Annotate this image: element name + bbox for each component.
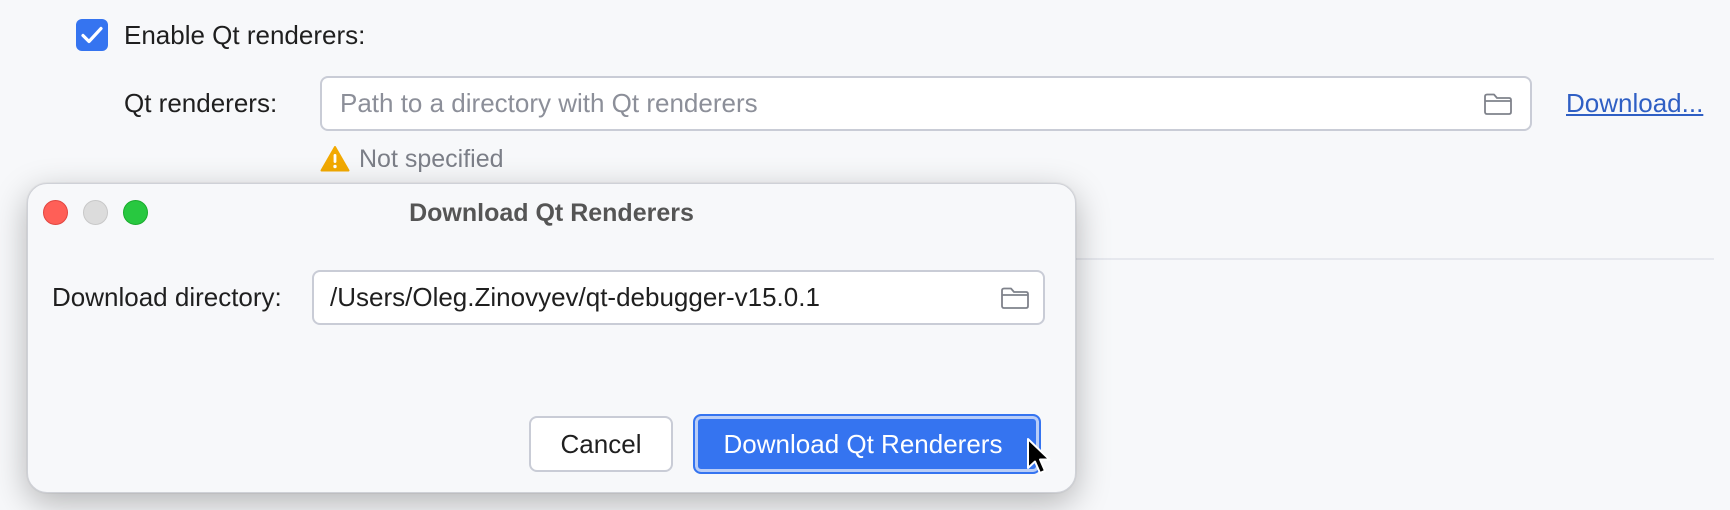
qt-renderers-path-field[interactable]	[320, 76, 1532, 131]
browse-folder-button[interactable]	[1482, 91, 1514, 117]
section-separator	[1074, 258, 1714, 260]
cancel-button-label: Cancel	[560, 428, 642, 459]
qt-renderers-path-input[interactable]	[340, 78, 1440, 129]
warning-triangle-icon	[320, 146, 350, 172]
enable-qt-renderers-label[interactable]: Enable Qt renderers:	[124, 18, 365, 52]
browse-directory-button[interactable]	[999, 285, 1031, 311]
download-directory-field[interactable]	[312, 270, 1045, 325]
validation-warning: Not specified	[320, 142, 504, 176]
folder-icon	[1001, 287, 1029, 309]
checkmark-icon	[81, 26, 103, 44]
download-directory-label: Download directory:	[52, 282, 282, 312]
download-button-label: Download Qt Renderers	[723, 428, 1003, 459]
enable-qt-renderers-checkbox[interactable]	[76, 19, 108, 51]
download-link[interactable]: Download...	[1566, 86, 1703, 120]
dialog-title: Download Qt Renderers	[409, 199, 694, 227]
mouse-pointer-icon	[1027, 438, 1051, 474]
download-qt-renderers-button[interactable]: Download Qt Renderers	[693, 414, 1041, 474]
folder-icon	[1484, 93, 1512, 115]
download-directory-input[interactable]	[330, 272, 970, 323]
download-qt-renderers-dialog: Download Qt Renderers Download directory…	[27, 183, 1076, 493]
qt-renderers-label: Qt renderers:	[124, 88, 278, 118]
warning-text: Not specified	[359, 144, 504, 173]
cancel-button[interactable]: Cancel	[529, 416, 673, 472]
